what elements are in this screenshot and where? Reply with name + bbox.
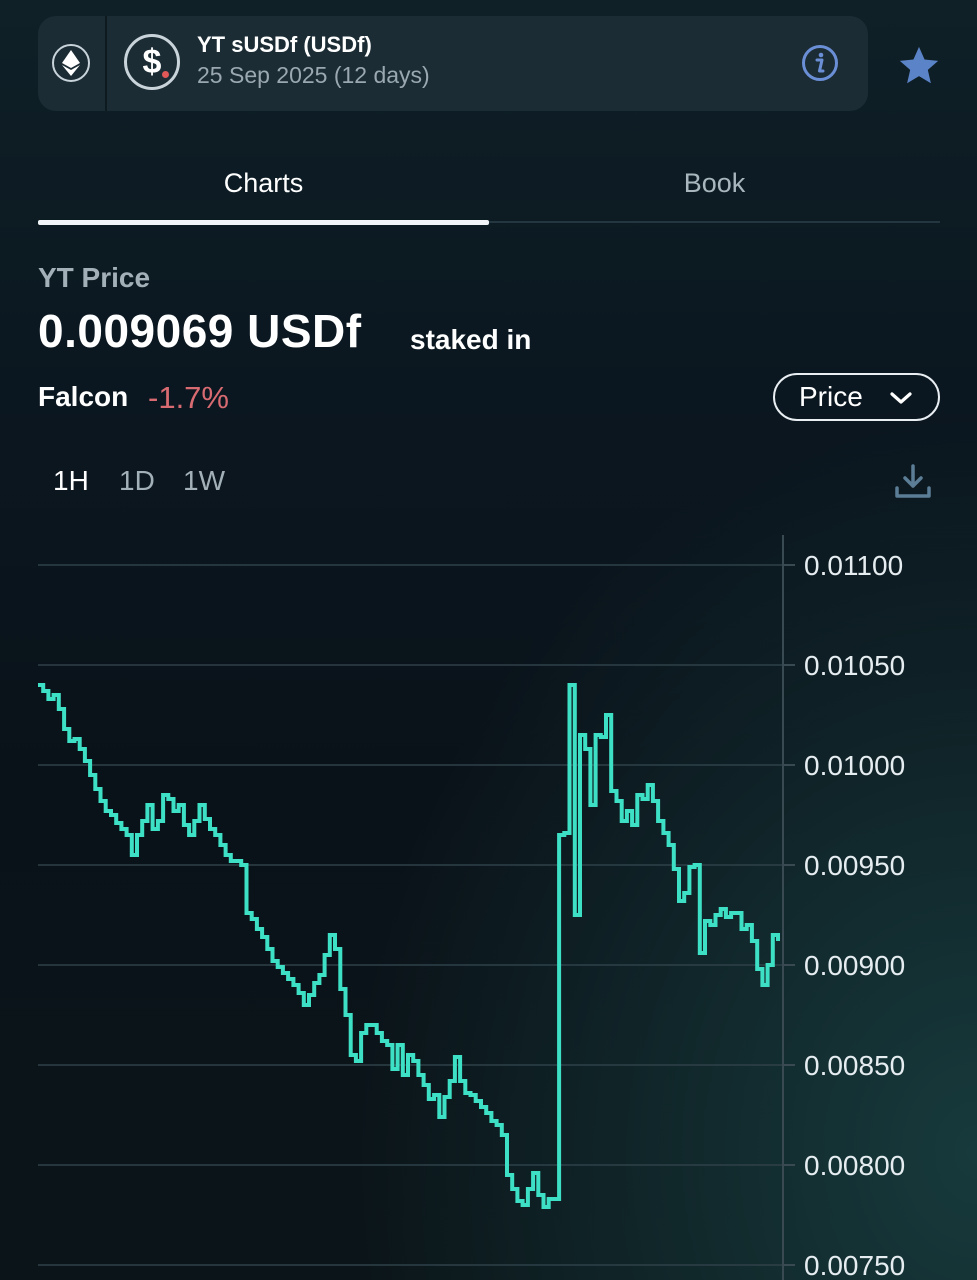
- ethereum-icon: [52, 44, 90, 82]
- price-series-line: [38, 683, 780, 1209]
- favorite-star-icon[interactable]: [896, 43, 942, 89]
- price-change: -1.7%: [148, 380, 229, 415]
- dollar-token-icon: $: [124, 34, 180, 90]
- card-divider: [105, 16, 107, 111]
- y-tick-label: 0.01050: [804, 650, 905, 681]
- chevron-down-icon: [890, 392, 912, 404]
- price-label: YT Price: [38, 262, 151, 293]
- range-1d-button[interactable]: 1D: [119, 465, 155, 497]
- metric-dropdown-label: Price: [799, 381, 863, 412]
- metric-dropdown[interactable]: Price: [773, 373, 940, 421]
- range-1h-button[interactable]: 1H: [53, 465, 89, 497]
- y-tick-label: 0.01000: [804, 750, 905, 781]
- market-expiry: 25 Sep 2025 (12 days): [197, 62, 430, 88]
- y-tick-label: 0.01100: [804, 550, 903, 581]
- tab-active-indicator: [38, 220, 489, 225]
- y-tick-label: 0.00800: [804, 1150, 905, 1181]
- price-value: 0.009069 USDf: [38, 305, 362, 357]
- y-tick-label: 0.00950: [804, 850, 905, 881]
- market-title: YT sUSDf (USDf): [197, 32, 372, 57]
- price-chart[interactable]: 0.01100 0.01050 0.01000 0.00950 0.00900 0.008…: [0, 530, 977, 1280]
- market-header-card[interactable]: $ YT sUSDf (USDf) 25 Sep 2025 (12 days): [38, 16, 868, 111]
- range-1w-button[interactable]: 1W: [183, 465, 225, 497]
- download-icon[interactable]: [893, 462, 933, 502]
- y-tick-label: 0.00850: [804, 1050, 905, 1081]
- staked-label: staked in: [410, 324, 532, 355]
- tab-book[interactable]: Book: [489, 168, 940, 199]
- protocol-name: Falcon: [38, 381, 129, 412]
- tab-charts[interactable]: Charts: [38, 168, 489, 199]
- info-icon[interactable]: [801, 44, 839, 82]
- y-tick-label: 0.00900: [804, 950, 905, 981]
- y-tick-label: 0.00750: [804, 1250, 905, 1280]
